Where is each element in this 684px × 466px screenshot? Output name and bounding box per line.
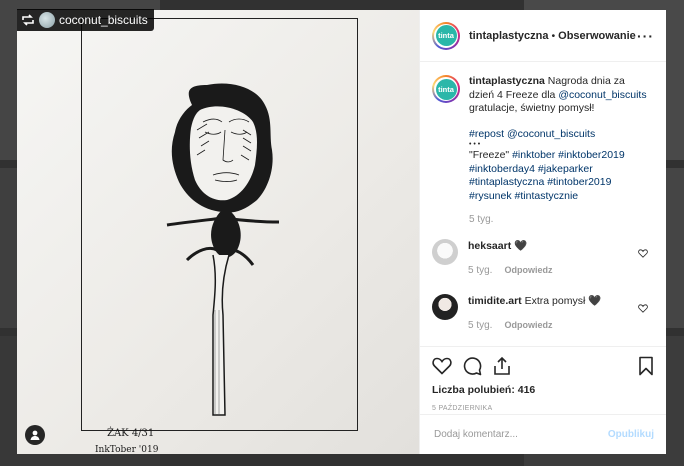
- post-header: tinta tintaplastyczna • Obserwowanie ···: [420, 10, 666, 62]
- tagged-users-button[interactable]: [25, 425, 45, 445]
- avatar-logo-text: tinta: [435, 78, 457, 100]
- inktober-text: InkTober '019: [95, 445, 159, 454]
- profile-avatar[interactable]: tinta: [432, 21, 460, 50]
- ink-drawing: ŻAK 4/31 InkTober '019: [95, 83, 280, 454]
- header-username[interactable]: tintaplastyczna: [469, 30, 548, 42]
- more-options-icon[interactable]: ···: [637, 28, 654, 44]
- caption-username[interactable]: tintaplastyczna: [469, 75, 545, 87]
- commenter-avatar[interactable]: [432, 238, 458, 265]
- post-date[interactable]: 5 PAŹDZIERNIKA: [432, 405, 654, 412]
- user-icon: [30, 430, 40, 440]
- comment-input[interactable]: [432, 428, 608, 441]
- caption-time[interactable]: 5 tyg.: [469, 213, 649, 227]
- post-actions: Liczba polubień: 416 5 PAŹDZIERNIKA: [420, 346, 666, 412]
- header-separator: •: [551, 29, 556, 42]
- post-image[interactable]: ŻAK 4/31 InkTober '019: [17, 10, 419, 454]
- comment-bubble-icon[interactable]: [462, 356, 482, 376]
- repost-badge[interactable]: coconut_biscuits: [17, 9, 154, 31]
- comments-list[interactable]: tinta tintaplastyczna Nagroda dnia za dz…: [420, 63, 666, 346]
- comment-item: heksaart 🖤 5 tyg. Odpowiedz: [420, 238, 666, 278]
- comment-like-heart-icon[interactable]: [638, 248, 648, 258]
- publish-button[interactable]: Opublikuj: [608, 429, 654, 440]
- like-heart-icon[interactable]: [432, 357, 452, 375]
- caption-mention[interactable]: @coconut_biscuits: [558, 89, 646, 101]
- repost-avatar: [39, 12, 55, 28]
- repost-icon: [22, 14, 34, 26]
- reply-button[interactable]: Odpowiedz: [504, 265, 552, 275]
- caption-avatar[interactable]: tinta: [432, 75, 460, 103]
- commenter-avatar[interactable]: [432, 293, 458, 320]
- likes-count[interactable]: Liczba polubień: 416: [432, 384, 654, 396]
- comment-text: Extra pomysł 🖤: [521, 294, 602, 307]
- comment-time[interactable]: 5 tyg.: [468, 265, 492, 276]
- comment-username[interactable]: heksaart: [468, 240, 511, 252]
- save-bookmark-icon[interactable]: [638, 356, 654, 376]
- caption-line2: gratulacje, świetny pomysł!: [469, 102, 595, 114]
- share-icon[interactable]: [492, 356, 512, 376]
- comment-time[interactable]: 5 tyg.: [468, 320, 492, 331]
- reply-button[interactable]: Odpowiedz: [504, 320, 552, 330]
- comment-item: timidite.art Extra pomysł 🖤 5 tyg. Odpowi…: [420, 293, 666, 333]
- repost-username[interactable]: coconut_biscuits: [59, 13, 148, 27]
- comment-form: Opublikuj: [420, 414, 666, 454]
- avatar-logo-text: tinta: [435, 25, 457, 46]
- post-caption: tinta tintaplastyczna Nagroda dnia za dz…: [420, 63, 666, 227]
- signature-text: ŻAK 4/31: [107, 427, 154, 439]
- caption-repost-tags[interactable]: #repost @coconut_biscuits: [469, 128, 649, 142]
- post-side-panel: tinta tintaplastyczna • Obserwowanie ···…: [419, 10, 666, 454]
- caption-quote: "Freeze": [469, 149, 513, 161]
- comment-text: 🖤: [511, 239, 528, 252]
- comment-username[interactable]: timidite.art: [468, 295, 522, 307]
- caption-dots: • • •: [469, 141, 481, 148]
- comment-like-heart-icon[interactable]: [638, 303, 648, 313]
- following-button[interactable]: Obserwowanie: [558, 30, 636, 42]
